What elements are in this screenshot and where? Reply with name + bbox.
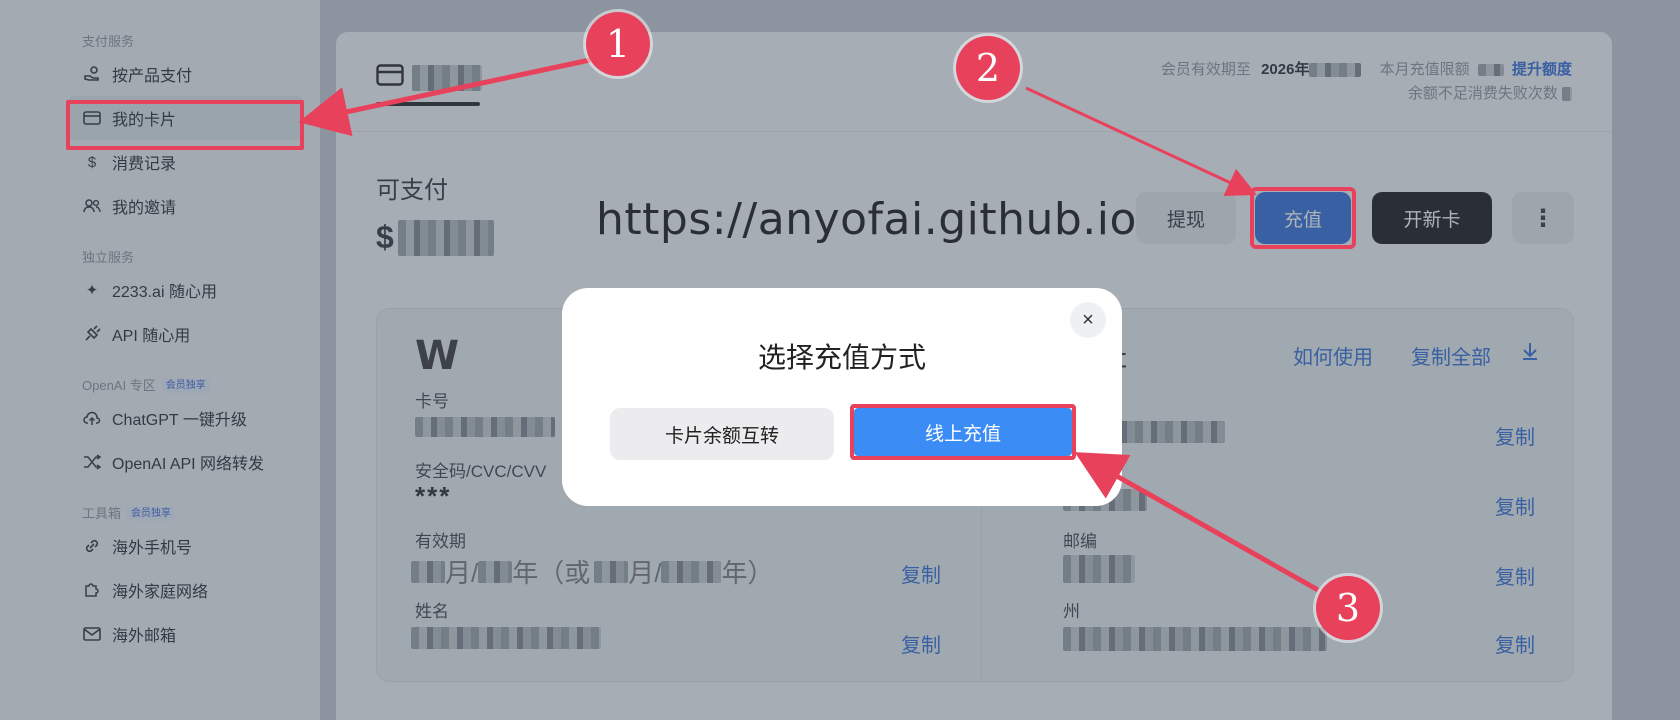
highlight-recharge [1250,187,1356,249]
highlight-my-cards [66,100,304,150]
highlight-online-recharge [850,404,1076,460]
recharge-method-dialog: × 选择充值方式 卡片余额互转 线上充值 [562,288,1122,506]
callout-badge-2: 2 [956,36,1020,100]
card-balance-transfer-button[interactable]: 卡片余额互转 [610,408,834,460]
close-button[interactable]: × [1070,302,1106,338]
callout-badge-3: 3 [1316,576,1380,640]
dialog-title: 选择充值方式 [757,342,926,373]
close-icon: × [1082,308,1094,331]
callout-badge-1: 1 [586,12,650,76]
